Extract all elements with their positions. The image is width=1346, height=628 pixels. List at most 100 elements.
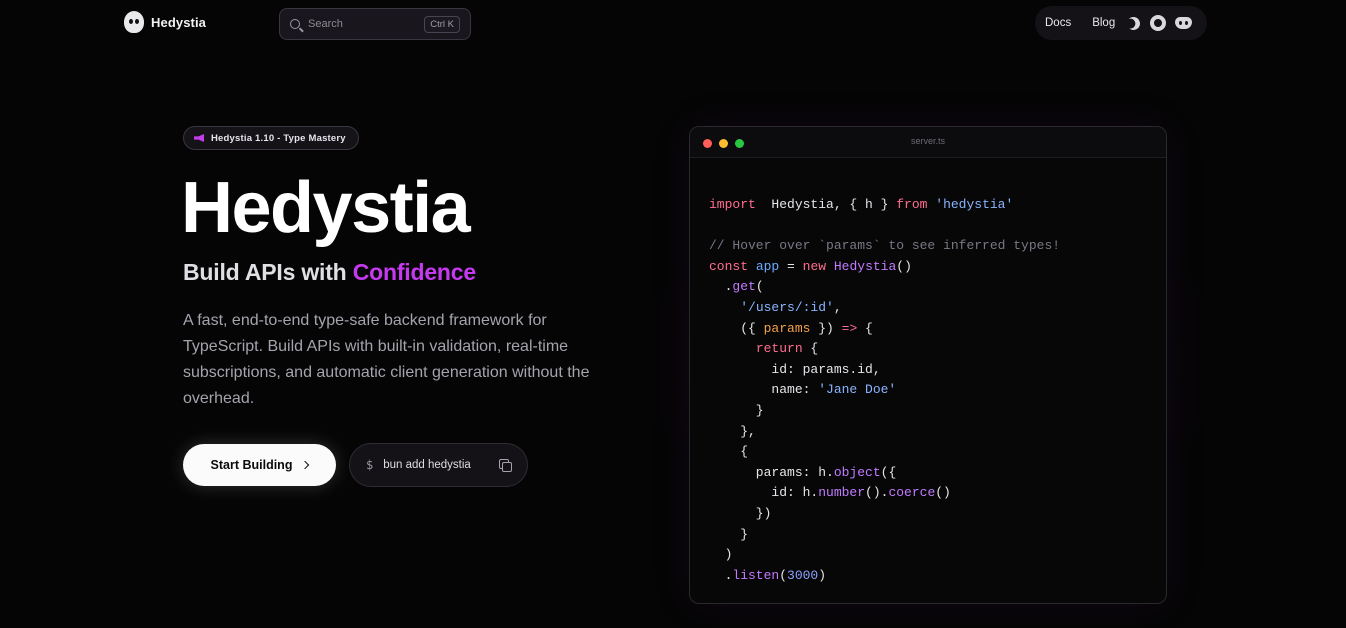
- code-token: Hedystia: [833, 258, 897, 274]
- code-filename: server.ts: [910, 136, 945, 146]
- code-line: }: [709, 525, 1060, 546]
- code-token: }): [709, 505, 772, 521]
- code-token: listen: [732, 567, 780, 583]
- hero-subtitle-prefix: Build APIs with: [183, 259, 353, 285]
- code-token: (: [779, 567, 788, 583]
- code-token: new: [802, 258, 827, 274]
- code-token: from: [896, 197, 928, 212]
- shell-prompt: $: [366, 458, 374, 472]
- nav-actions: Docs Blog: [1035, 6, 1207, 40]
- hero-subtitle-accent: Confidence: [352, 259, 476, 285]
- code-token: ({: [880, 464, 897, 480]
- hedystia-logo-icon: [124, 11, 144, 33]
- release-badge[interactable]: Hedystia 1.10 - Type Mastery: [183, 126, 359, 150]
- code-token: ): [709, 547, 733, 563]
- code-token: },: [709, 423, 756, 439]
- code-body: import Hedystia, { h } from 'hedystia' /…: [709, 195, 1060, 586]
- code-line: }: [709, 401, 1060, 422]
- code-token: ,: [833, 299, 842, 315]
- code-token: object: [833, 464, 881, 480]
- code-line: .listen(3000): [709, 566, 1060, 587]
- release-badge-label: Hedystia 1.10 - Type Mastery: [211, 132, 346, 144]
- start-building-button[interactable]: Start Building: [183, 444, 336, 486]
- code-line: ({ params }) => {: [709, 319, 1060, 340]
- code-line: const app = new Hedystia(): [709, 257, 1060, 278]
- code-token: // Hover over `params` to see inferred t…: [709, 238, 1061, 254]
- code-token: =>: [841, 320, 858, 336]
- search-input[interactable]: Search Ctrl K: [279, 8, 471, 40]
- discord-icon[interactable]: [1175, 17, 1193, 29]
- code-token: get: [732, 279, 756, 295]
- code-line: }): [709, 504, 1060, 525]
- code-token: 'Jane Doe': [818, 382, 897, 398]
- code-token: app: [755, 258, 780, 274]
- code-line: id: params.id,: [709, 360, 1060, 381]
- code-token: Hedystia, { h }: [755, 197, 897, 212]
- chevron-right-icon: [301, 460, 310, 470]
- start-building-label: Start Building: [210, 458, 293, 472]
- code-token: 'hedystia': [927, 197, 1014, 212]
- code-token: ().: [865, 485, 889, 501]
- code-token: {: [709, 444, 749, 460]
- code-token: params: h.: [709, 464, 834, 480]
- code-token: number: [818, 485, 866, 501]
- hero-title: Hedystia: [181, 168, 471, 248]
- search-placeholder: Search: [308, 18, 343, 30]
- code-line: {: [709, 442, 1060, 463]
- code-token: return: [755, 341, 803, 357]
- code-token: (: [755, 279, 764, 295]
- code-token: .: [709, 567, 733, 583]
- moon-icon[interactable]: [1125, 15, 1142, 32]
- code-token: id: h.: [709, 485, 819, 501]
- code-token: name:: [709, 382, 819, 398]
- code-token: import: [709, 197, 756, 212]
- nav-link-docs[interactable]: Docs: [1045, 17, 1071, 29]
- code-token: {: [857, 320, 873, 336]
- install-command: bun add hedystia: [383, 459, 471, 471]
- search-icon: [290, 19, 300, 29]
- github-icon[interactable]: [1150, 15, 1167, 31]
- code-token: }): [810, 320, 842, 336]
- code-token: coerce: [888, 485, 936, 501]
- code-token: .: [709, 279, 733, 295]
- nav-link-blog[interactable]: Blog: [1092, 17, 1115, 29]
- brand-link[interactable]: Hedystia: [124, 11, 206, 33]
- code-token: ({: [709, 320, 764, 336]
- code-line: return {: [709, 339, 1060, 360]
- code-token: const: [709, 258, 749, 274]
- brand-name: Hedystia: [151, 14, 206, 30]
- code-token: '/users/:id': [740, 299, 834, 315]
- code-line: },: [709, 422, 1060, 443]
- code-token: (): [935, 485, 951, 501]
- code-token: }: [709, 526, 749, 542]
- code-token: (): [896, 258, 912, 274]
- hero-subtitle: Build APIs with Confidence: [183, 259, 476, 286]
- code-line: // Hover over `params` to see inferred t…: [709, 236, 1060, 257]
- code-token: ): [818, 567, 827, 583]
- install-command-box[interactable]: $ bun add hedystia: [349, 443, 528, 487]
- code-line: name: 'Jane Doe': [709, 380, 1060, 401]
- code-line: .get(: [709, 277, 1060, 298]
- top-nav: Hedystia Search Ctrl K Docs Blog: [0, 0, 1346, 46]
- search-shortcut-badge: Ctrl K: [424, 15, 460, 33]
- code-line: params: h.object({: [709, 463, 1060, 484]
- code-titlebar: server.ts: [690, 127, 1166, 158]
- code-window: server.ts import Hedystia, { h } from 'h…: [689, 126, 1167, 604]
- code-token: =: [779, 258, 803, 274]
- hero-description: A fast, end-to-end type-safe backend fra…: [183, 312, 590, 407]
- code-line: import Hedystia, { h } from 'hedystia': [709, 195, 1060, 216]
- code-token: 3000: [787, 567, 819, 583]
- code-token: {: [802, 341, 819, 357]
- code-token: }: [709, 402, 764, 418]
- code-line: id: h.number().coerce(): [709, 483, 1060, 504]
- code-line: ): [709, 545, 1060, 566]
- code-line: '/users/:id',: [709, 298, 1060, 319]
- code-token: id: params.id,: [709, 361, 881, 377]
- megaphone-icon: [194, 134, 204, 142]
- copy-icon[interactable]: [499, 459, 512, 472]
